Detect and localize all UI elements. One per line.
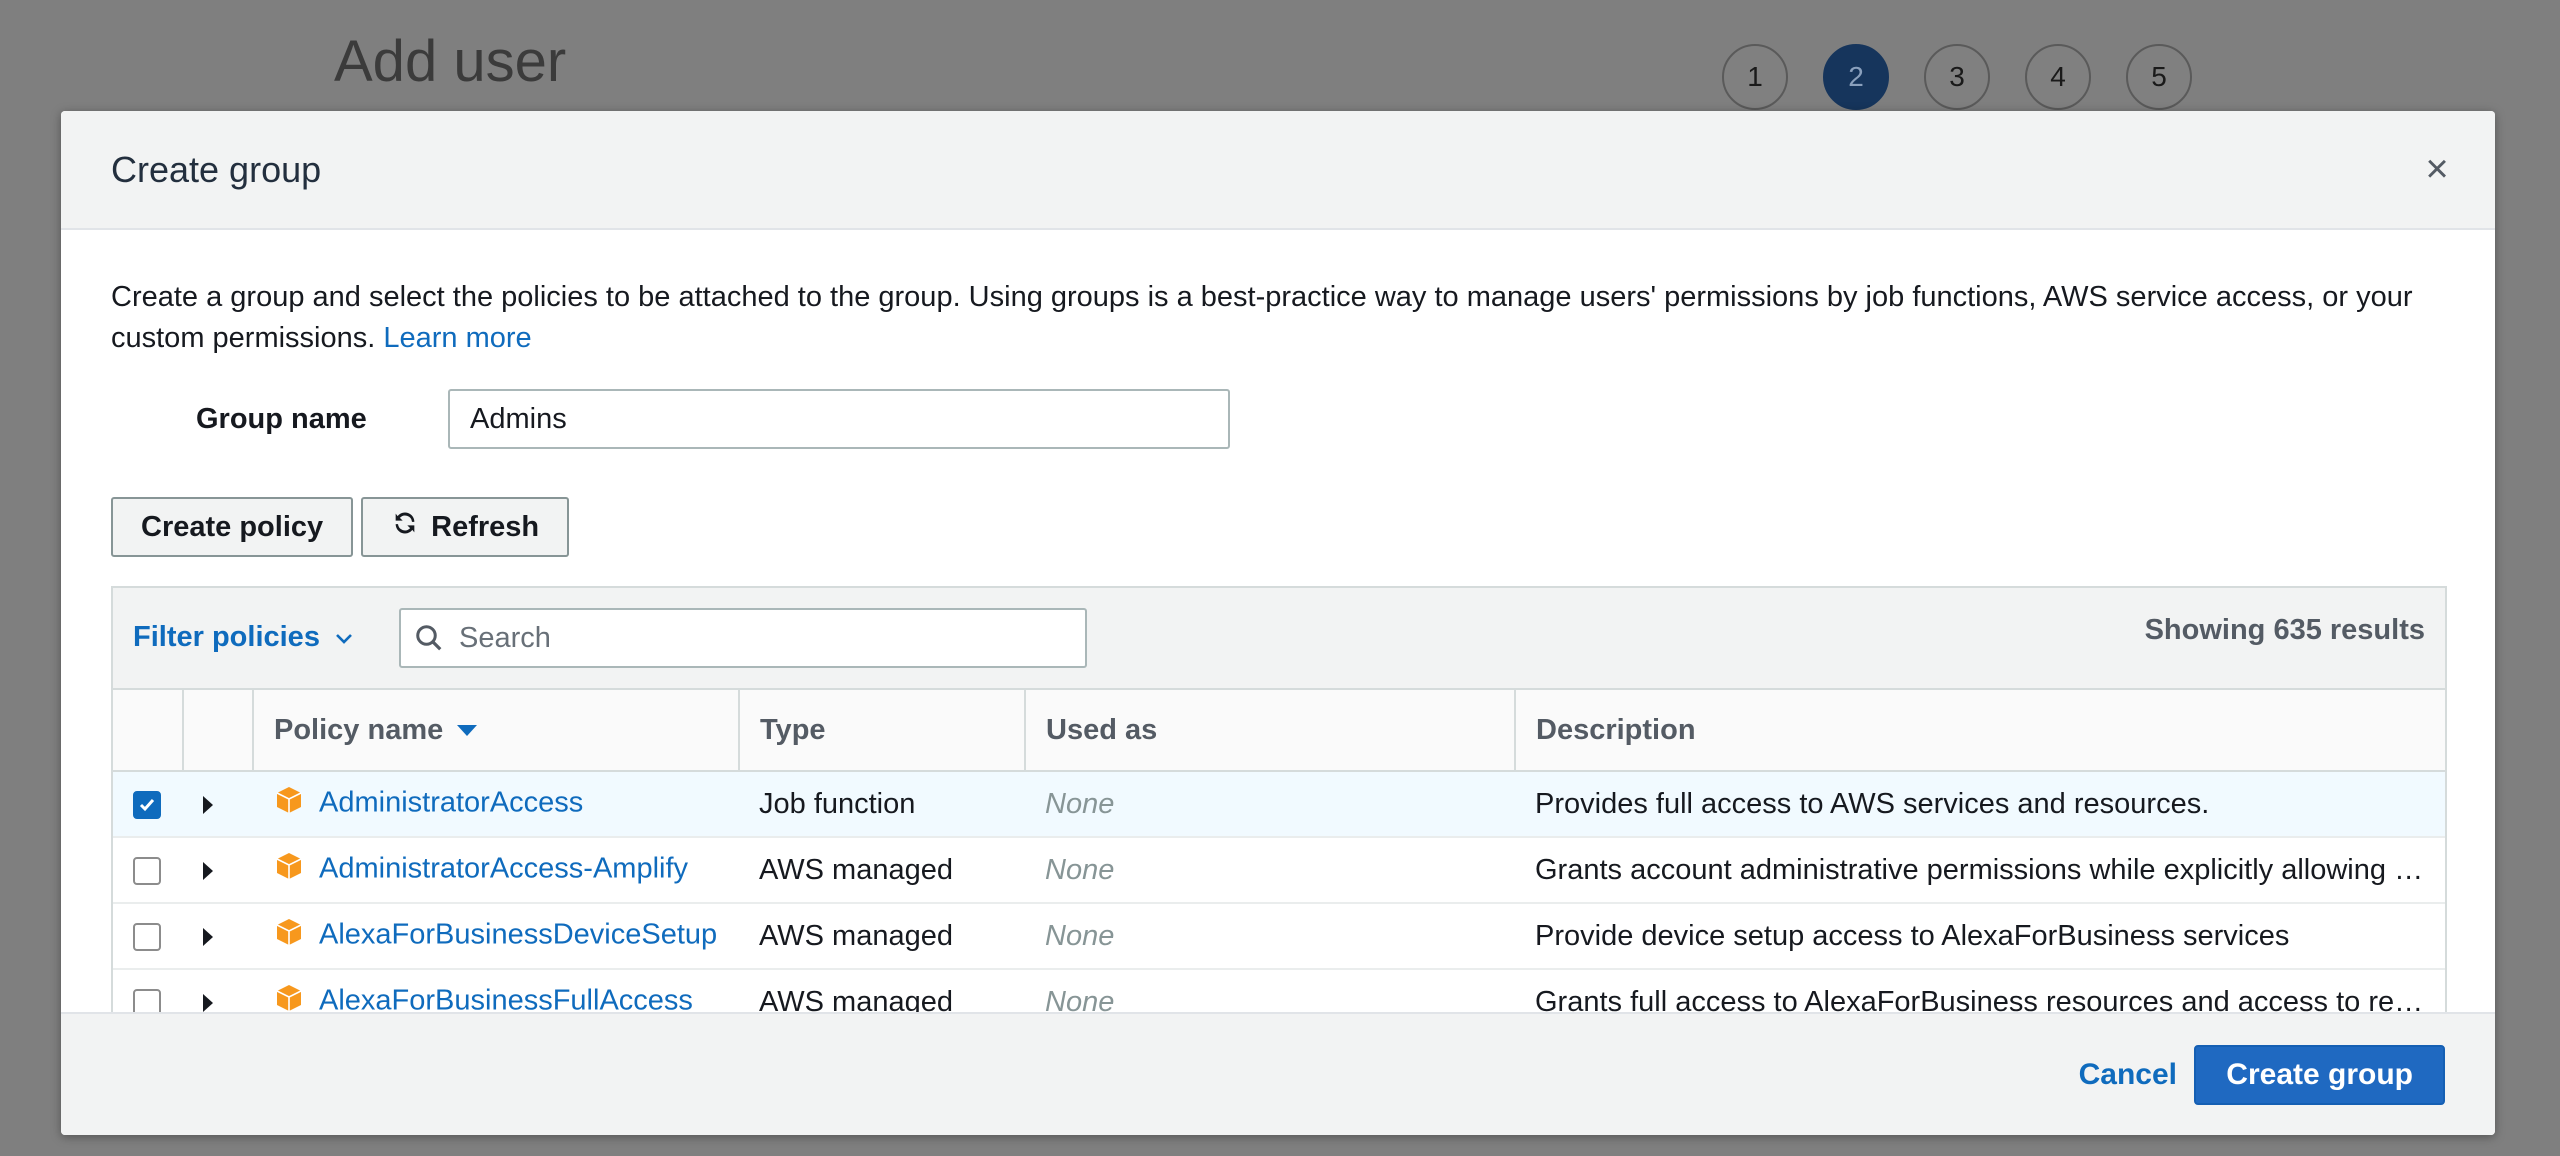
page-title: Add user <box>334 29 567 94</box>
group-name-label: Group name <box>196 402 367 435</box>
policy-name-link[interactable]: AdministratorAccess-Amplify <box>319 853 688 885</box>
type-header: Type <box>739 690 1026 772</box>
row-checkbox[interactable] <box>133 790 161 819</box>
policy-package-icon <box>273 850 305 890</box>
policy-name-header[interactable]: Policy name <box>253 690 740 772</box>
policy-actions: Create policy Refresh <box>111 497 570 557</box>
table-header-row: Policy name Type Used as Description <box>113 690 2445 772</box>
create-group-modal: Create group × Create a group and select… <box>61 111 2495 1135</box>
description-header: Description <box>1515 690 2445 772</box>
expand-caret-icon[interactable] <box>203 861 213 880</box>
policy-package-icon <box>273 784 305 824</box>
modal-title: Create group <box>111 149 322 190</box>
policy-name-header-label: Policy name <box>274 713 444 746</box>
search-icon <box>401 623 457 653</box>
filter-policies-dropdown[interactable]: Filter policies <box>133 621 354 654</box>
create-group-button[interactable]: Create group <box>2194 1045 2445 1105</box>
row-checkbox[interactable] <box>133 922 161 951</box>
step-3: 3 <box>1924 44 1990 110</box>
filter-bar: Filter policies Showing 635 results <box>113 588 2445 690</box>
policy-used-as: None <box>1025 771 1515 838</box>
policy-package-icon <box>273 916 305 956</box>
used-as-header: Used as <box>1025 690 1516 772</box>
group-name-row: Group name <box>196 389 1230 449</box>
learn-more-link[interactable]: Learn more <box>383 322 531 354</box>
modal-footer: Cancel Create group <box>61 1012 2495 1135</box>
policy-type: AWS managed <box>739 903 1025 970</box>
policies-table: Filter policies Showing 635 results <box>111 586 2447 1036</box>
expand-caret-icon[interactable] <box>203 795 213 814</box>
wizard-steps: 1 2 3 4 5 <box>1722 44 2192 110</box>
create-policy-button[interactable]: Create policy <box>111 497 354 557</box>
policy-used-as: None <box>1025 837 1515 904</box>
chevron-down-icon <box>334 621 354 654</box>
table-row[interactable]: AlexaForBusinessDeviceSetup AWS managed … <box>113 903 2445 970</box>
policy-description: Provides full access to AWS services and… <box>1515 771 2445 838</box>
table-row[interactable]: AdministratorAccess-Amplify AWS managed … <box>113 837 2445 904</box>
intro-text: Create a group and select the policies t… <box>111 277 2451 359</box>
step-2-active: 2 <box>1823 44 1889 110</box>
policy-type: Job function <box>739 771 1025 838</box>
row-checkbox[interactable] <box>133 856 161 885</box>
close-icon[interactable]: × <box>2419 149 2455 189</box>
expand-caret-icon[interactable] <box>203 993 213 1012</box>
group-name-input[interactable] <box>448 389 1230 449</box>
refresh-icon <box>391 509 419 545</box>
step-4: 4 <box>2025 44 2091 110</box>
policy-description: Provide device setup access to AlexaForB… <box>1515 903 2445 970</box>
expand-column-header <box>183 690 254 772</box>
policy-description: Grants account administrative permission… <box>1515 837 2445 904</box>
policy-name-link[interactable]: AdministratorAccess <box>319 787 583 819</box>
select-column-header <box>113 690 184 772</box>
step-1: 1 <box>1722 44 1788 110</box>
cancel-button[interactable]: Cancel <box>2079 1058 2177 1092</box>
search-input[interactable] <box>457 620 1085 656</box>
policy-name-link[interactable]: AlexaForBusinessDeviceSetup <box>319 919 717 951</box>
result-count: Showing 635 results <box>2144 614 2425 646</box>
table-row[interactable]: AdministratorAccess Job function None Pr… <box>113 771 2445 838</box>
refresh-label: Refresh <box>431 510 540 543</box>
policy-used-as: None <box>1025 903 1515 970</box>
expand-caret-icon[interactable] <box>203 927 213 946</box>
sort-descending-icon <box>457 725 478 737</box>
create-policy-label: Create policy <box>141 510 324 543</box>
search-box <box>399 608 1087 668</box>
filter-policies-label: Filter policies <box>133 621 320 653</box>
step-5: 5 <box>2126 44 2192 110</box>
policies-grid: Policy name Type Used as Description Adm… <box>113 690 2445 1036</box>
modal-header: Create group × <box>61 111 2495 230</box>
policy-type: AWS managed <box>739 837 1025 904</box>
create-group-label: Create group <box>2226 1058 2413 1091</box>
refresh-button[interactable]: Refresh <box>361 497 570 557</box>
